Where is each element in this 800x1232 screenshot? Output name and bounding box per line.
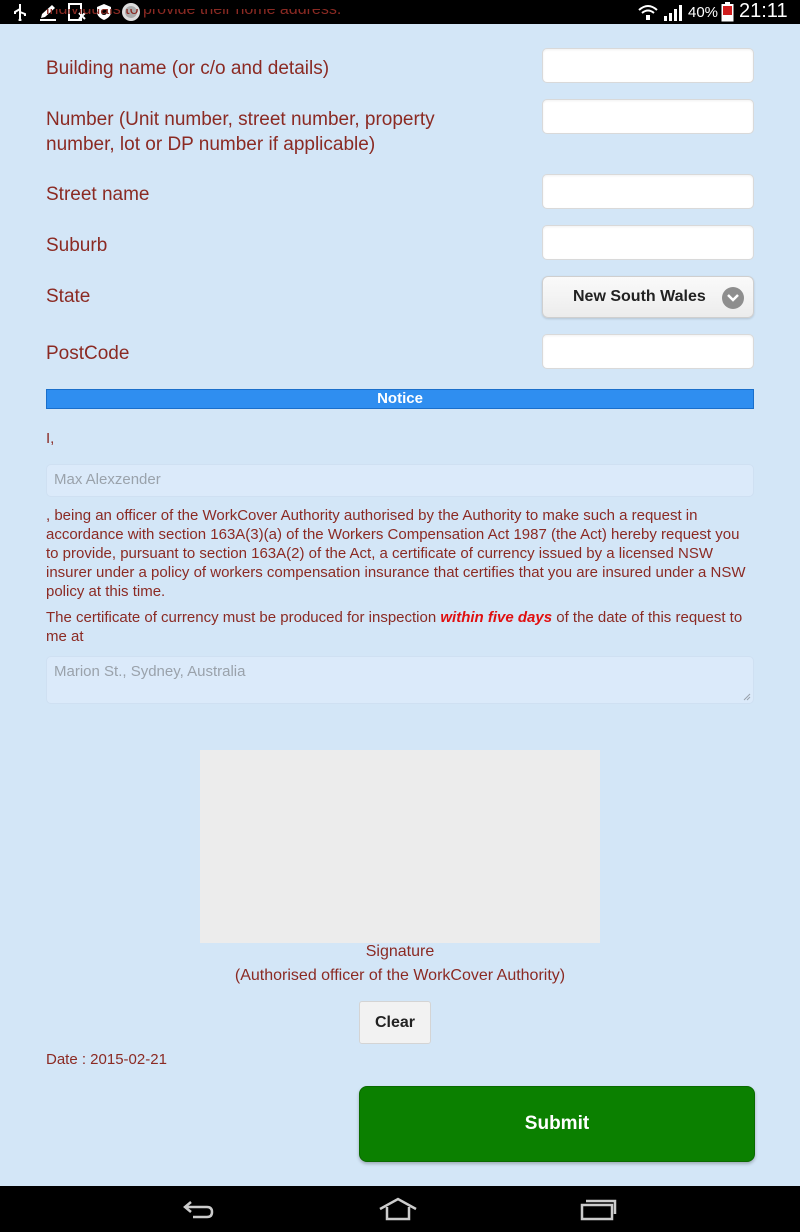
signature-pad[interactable] — [200, 750, 600, 943]
clipped-intro-text-content: individuals to provide their home addres… — [46, 9, 342, 18]
recent-apps-icon[interactable] — [578, 1195, 618, 1223]
officer-name-input[interactable]: Max Alexzender — [46, 464, 754, 497]
i-label: I, — [46, 430, 55, 447]
notice-paragraph: , being an officer of the WorkCover Auth… — [46, 507, 746, 600]
number-input[interactable] — [542, 99, 754, 134]
number-label-line2: number, lot or DP number if applicable) — [46, 134, 376, 155]
home-icon[interactable] — [378, 1195, 418, 1223]
clipped-intro-text: individuals to provide their home addres… — [46, 9, 341, 24]
notice-header: Notice — [46, 389, 754, 409]
submit-button[interactable]: Submit — [359, 1086, 755, 1162]
number-label: Number (Unit number, street number, prop… — [46, 107, 435, 157]
signature-subcaption: (Authorised officer of the WorkCover Aut… — [234, 967, 566, 984]
certificate-paragraph: The certificate of currency must be prod… — [46, 608, 756, 646]
suburb-label: Suburb — [46, 235, 108, 256]
battery-percent: 40% — [688, 4, 719, 21]
date-text: Date : 2015-02-21 — [46, 1051, 167, 1068]
address-textarea[interactable]: Marion St., Sydney, Australia — [46, 656, 754, 704]
postcode-input[interactable] — [542, 334, 754, 369]
street-name-input[interactable] — [542, 174, 754, 209]
postcode-label: PostCode — [46, 343, 130, 364]
wifi-icon — [637, 3, 659, 21]
navigation-bar — [0, 1186, 800, 1232]
battery-icon — [720, 2, 734, 22]
chevron-down-icon — [722, 287, 744, 309]
certificate-emphasis: within five days — [440, 609, 553, 626]
building-name-input[interactable] — [542, 48, 754, 83]
clock: 21:11 — [739, 0, 788, 22]
certificate-text-before: The certificate of currency must be prod… — [46, 609, 441, 626]
usb-icon — [10, 3, 30, 21]
number-label-line1: Number (Unit number, street number, prop… — [46, 109, 435, 130]
signature-caption: Signature — [365, 943, 435, 960]
state-select-value: New South Wales — [573, 288, 706, 305]
address-placeholder: Marion St., Sydney, Australia — [54, 663, 246, 680]
state-label: State — [46, 286, 91, 307]
state-select[interactable]: New South Wales — [542, 276, 754, 318]
resize-handle-icon[interactable] — [743, 693, 751, 701]
street-name-label: Street name — [46, 184, 150, 205]
building-name-label: Building name (or c/o and details) — [46, 58, 330, 79]
suburb-input[interactable] — [542, 225, 754, 260]
back-icon[interactable] — [178, 1195, 218, 1223]
signal-icon — [662, 3, 686, 21]
officer-name-placeholder: Max Alexzender — [54, 471, 161, 488]
clear-signature-button[interactable]: Clear — [359, 1001, 431, 1044]
